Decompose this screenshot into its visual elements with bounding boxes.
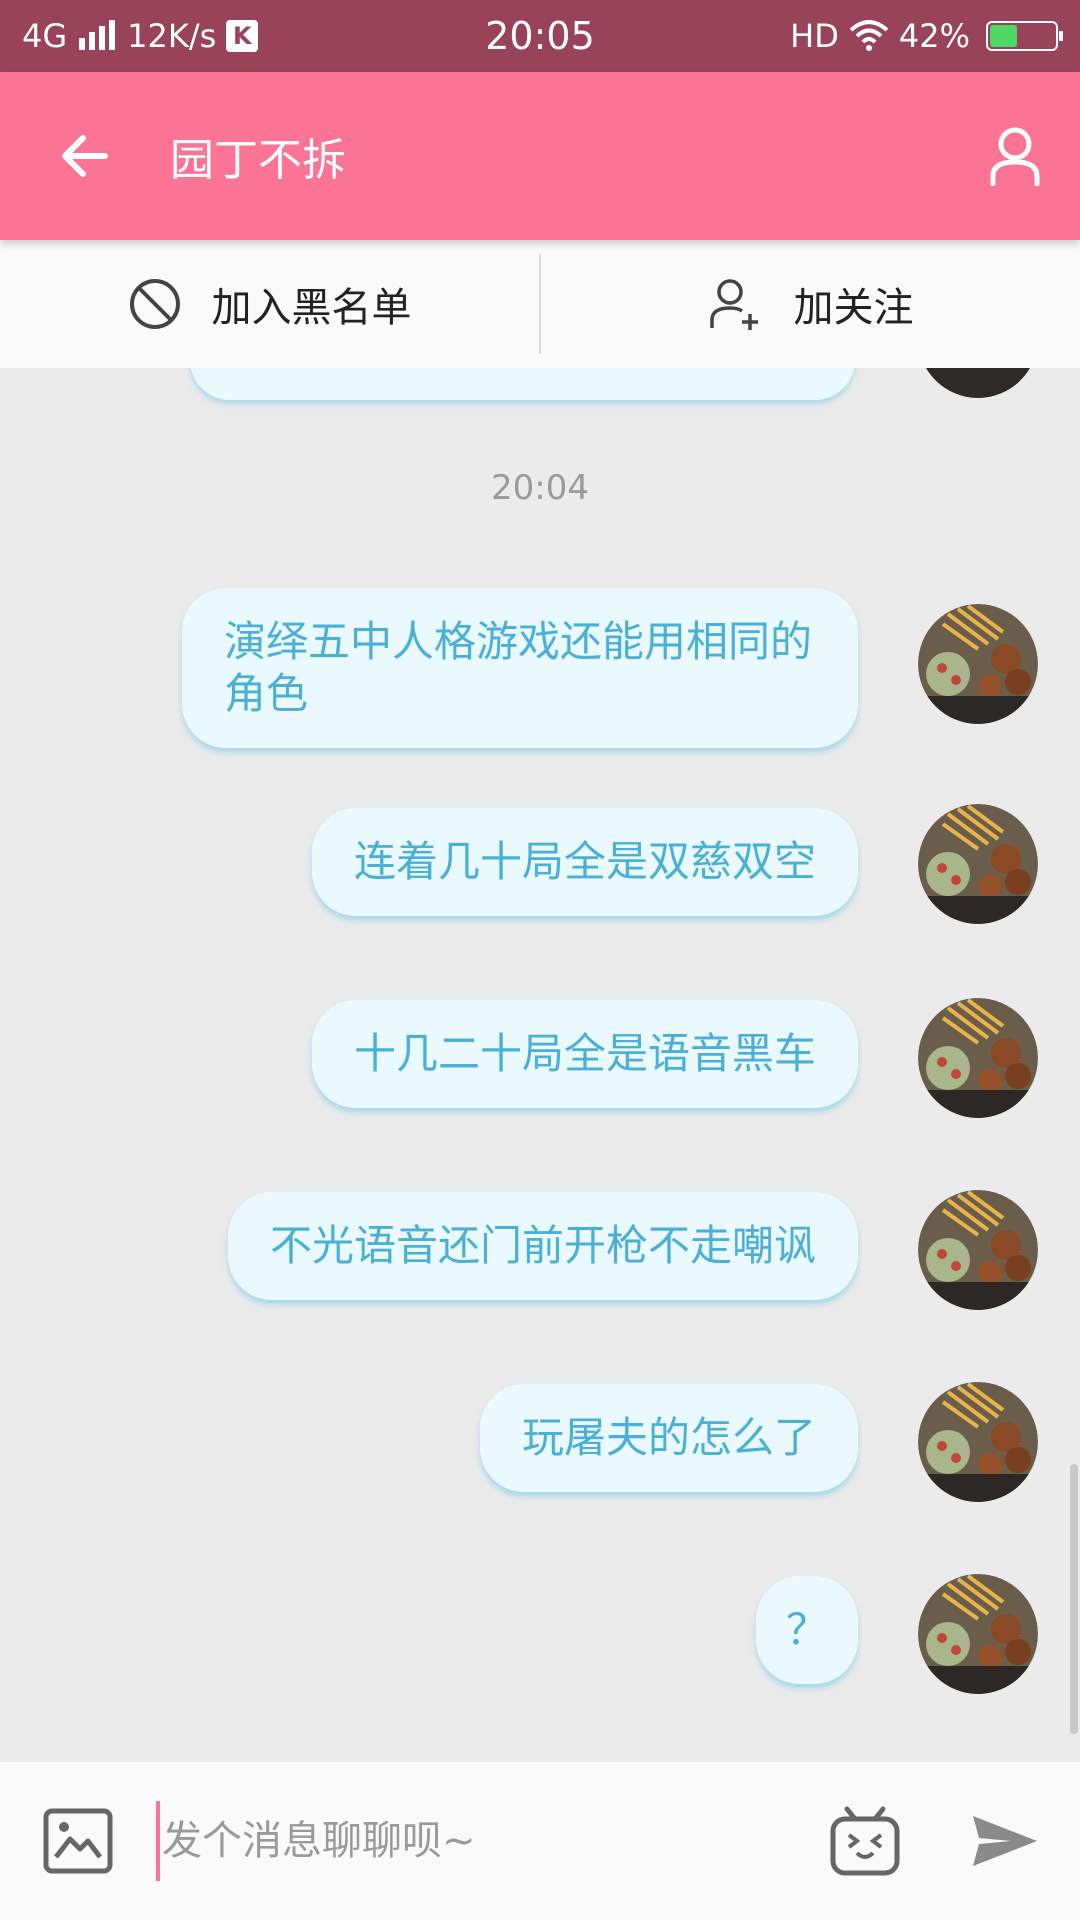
network-type: 4G (22, 17, 68, 55)
scrollbar-thumb[interactable] (1070, 1464, 1078, 1734)
chat-screen: 4G 12K/s K 20:05 HD 42% 园丁不拆 加入黑名单 加关注 2… (0, 0, 1080, 1920)
chat-area[interactable]: 20:04 演绎五中人格游戏还能用相同的角色 连着几十局全是双慈双空 十几二十局… (0, 368, 1080, 1762)
status-right: HD 42% (790, 17, 1063, 55)
wifi-icon (849, 20, 889, 51)
avatar[interactable] (918, 1574, 1038, 1694)
profile-button[interactable] (950, 72, 1080, 240)
emoji-button[interactable] (800, 1762, 930, 1920)
back-button[interactable] (0, 72, 170, 240)
image-icon (43, 1808, 113, 1874)
action-row: 加入黑名单 加关注 (0, 240, 1080, 368)
signal-icon (79, 20, 116, 50)
block-label: 加入黑名单 (211, 285, 412, 331)
message-bubble[interactable]: 不光语音还门前开枪不走嘲讽 (227, 1192, 858, 1300)
message-bubble[interactable]: 连着几十局全是双慈双空 (311, 808, 858, 916)
network-speed: 12K/s (127, 17, 217, 55)
emoji-icon (830, 1806, 900, 1876)
k-app-icon: K (226, 20, 259, 52)
arrow-left-icon (62, 135, 108, 177)
message-timestamp: 20:04 (491, 468, 589, 508)
block-icon (129, 279, 180, 329)
app-bar: 园丁不拆 (0, 72, 1080, 240)
avatar[interactable] (918, 1190, 1038, 1310)
avatar[interactable] (918, 1382, 1038, 1502)
message-bubble[interactable]: 演绎五中人格游戏还能用相同的角色 (182, 588, 858, 748)
status-bar: 4G 12K/s K 20:05 HD 42% (0, 0, 1080, 72)
battery-icon (986, 21, 1063, 51)
send-icon (973, 1816, 1037, 1866)
block-button[interactable]: 加入黑名单 (0, 240, 539, 368)
message-bubble[interactable]: ？ (755, 1576, 858, 1684)
avatar[interactable] (918, 368, 1038, 398)
avatar[interactable] (918, 604, 1038, 724)
page-title: 园丁不拆 (170, 135, 346, 186)
input-bar (0, 1762, 1080, 1920)
hd-indicator: HD (790, 17, 839, 55)
person-icon (990, 127, 1040, 186)
image-picker-button[interactable] (0, 1762, 156, 1920)
previous-message-bubble[interactable] (190, 368, 855, 400)
avatar[interactable] (918, 804, 1038, 924)
follow-label: 加关注 (793, 285, 914, 331)
battery-percent: 42% (898, 17, 970, 55)
battery-fill (990, 25, 1017, 47)
send-button[interactable] (930, 1762, 1080, 1920)
message-bubble[interactable]: 玩屠夫的怎么了 (479, 1384, 858, 1492)
add-user-icon (709, 279, 758, 330)
message-bubble[interactable]: 十几二十局全是语音黑车 (311, 1000, 858, 1108)
avatar[interactable] (918, 998, 1038, 1118)
message-input[interactable] (156, 1801, 800, 1881)
follow-button[interactable]: 加关注 (541, 240, 1080, 368)
status-left: 4G 12K/s K (22, 17, 790, 55)
